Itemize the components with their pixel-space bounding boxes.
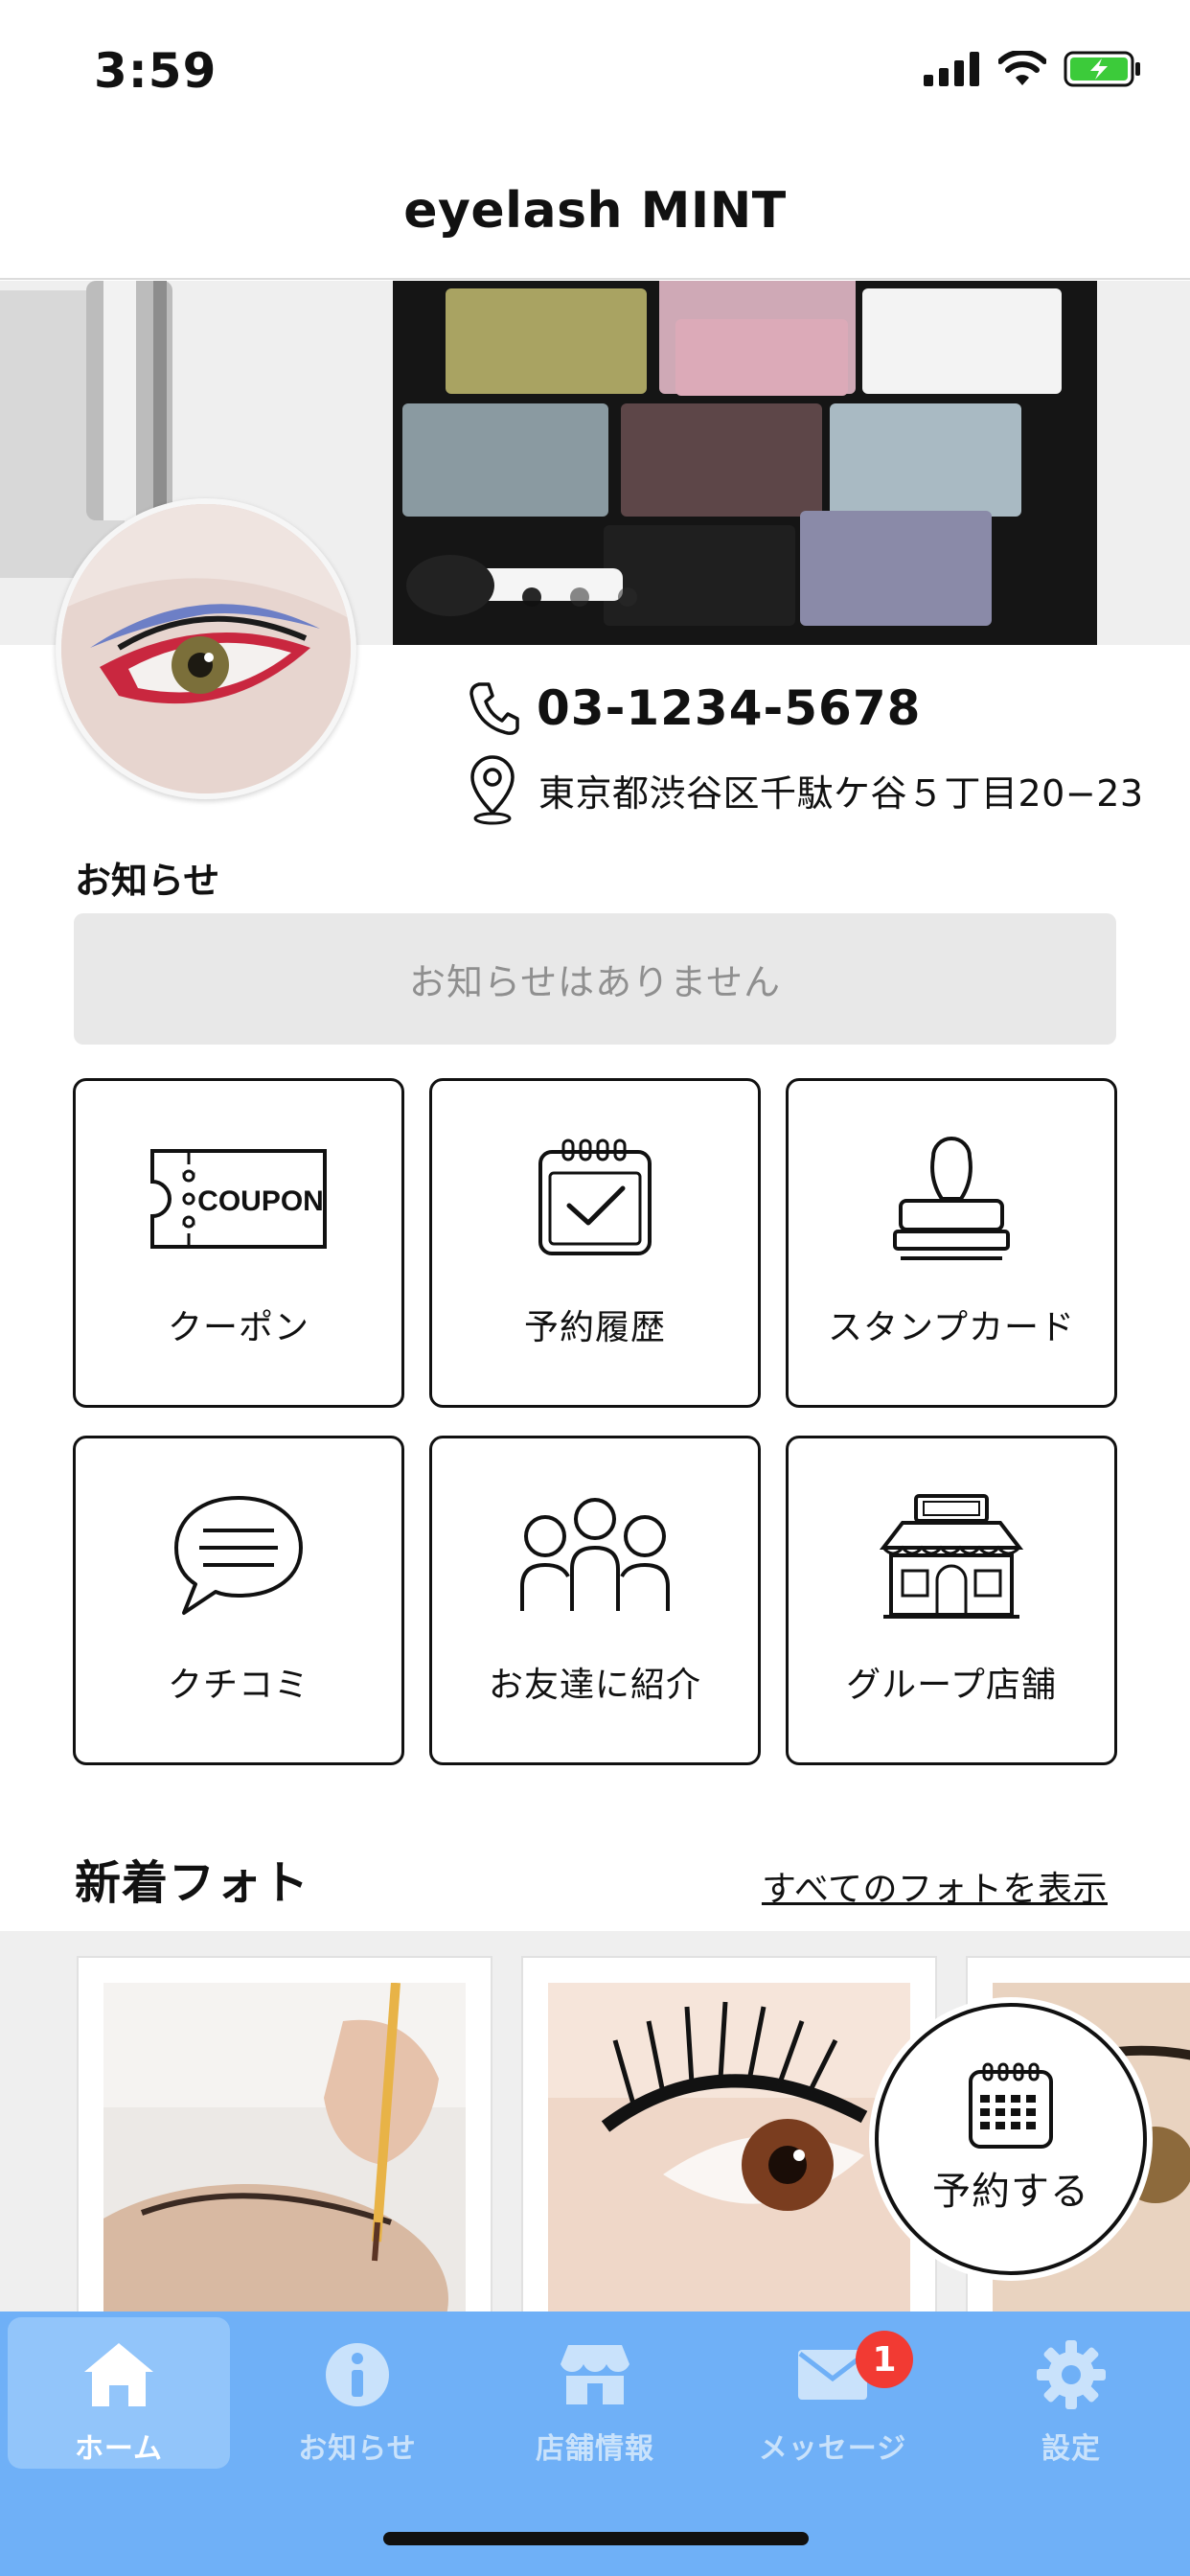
people-icon xyxy=(520,1498,670,1611)
photo-card[interactable] xyxy=(77,1956,492,2314)
address-row[interactable]: 東京都渋谷区千駄ケ谷５丁目20−23 xyxy=(468,753,1144,826)
shop-icon xyxy=(561,2345,629,2404)
tab-label: メッセージ xyxy=(758,2432,907,2466)
tab-label: お知らせ xyxy=(298,2432,417,2466)
status-time: 3:59 xyxy=(94,43,217,99)
view-all-photos-link[interactable]: すべてのフォトを表示 xyxy=(762,1861,1108,1911)
menu-tile-refer-friends[interactable]: お友達に紹介 xyxy=(429,1436,761,1765)
calendar-icon xyxy=(969,2062,1053,2149)
photos-section-title: 新着フォト xyxy=(75,1856,310,1910)
notice-section-title: お知らせ xyxy=(75,860,220,902)
battery-charging-icon xyxy=(1064,51,1140,87)
notice-empty-text: お知らせはありません xyxy=(408,961,782,1003)
wifi-icon xyxy=(998,51,1046,85)
menu-tile-label: お友達に紹介 xyxy=(488,1666,701,1705)
tab-notices[interactable]: お知らせ xyxy=(246,2317,469,2469)
menu-tile-reviews[interactable]: クチコミ xyxy=(73,1436,404,1765)
phone-number[interactable]: 03-1234-5678 xyxy=(537,680,921,736)
status-bar: 3:59 xyxy=(0,0,1190,144)
message-count-badge: 1 xyxy=(856,2331,913,2388)
carousel-dot[interactable] xyxy=(570,587,589,607)
coupon-icon: COUPON xyxy=(150,1149,327,1249)
menu-tile-reservation-history[interactable]: 予約履歴 xyxy=(429,1078,761,1408)
gear-icon xyxy=(1037,2340,1106,2409)
menu-tile-coupon[interactable]: COUPON クーポン xyxy=(73,1078,404,1408)
menu-grid: COUPON クーポン 予約履歴 スタンプカード クチコミ お友達に紹介 グルー… xyxy=(73,1078,1117,1765)
home-indicator[interactable] xyxy=(383,2532,809,2545)
svg-text:COUPON: COUPON xyxy=(197,1185,324,1217)
page-title: eyelash MINT xyxy=(403,182,787,240)
menu-tile-label: クーポン xyxy=(167,1308,309,1347)
photo-thumbnail xyxy=(103,1983,466,2314)
tab-shop-info[interactable]: 店舗情報 xyxy=(484,2317,706,2469)
menu-tile-label: 予約履歴 xyxy=(523,1308,666,1347)
tab-label: 設定 xyxy=(1041,2432,1101,2466)
home-icon xyxy=(84,2343,153,2406)
eye-makeup-image xyxy=(61,504,351,794)
shop-avatar xyxy=(56,498,356,799)
carousel-dots[interactable] xyxy=(522,587,637,607)
app-header: eyelash MINT xyxy=(0,144,1190,280)
photo-thumbnail xyxy=(548,1983,910,2314)
carousel-dot[interactable] xyxy=(522,587,541,607)
menu-tile-label: グループ店舗 xyxy=(846,1666,1057,1705)
tab-settings[interactable]: 設定 xyxy=(960,2317,1182,2469)
reserve-fab-button[interactable]: 予約する xyxy=(875,2003,1147,2275)
menu-tile-stamp-card[interactable]: スタンプカード xyxy=(786,1078,1117,1408)
stamp-icon xyxy=(893,1137,1010,1260)
phone-row[interactable]: 03-1234-5678 xyxy=(468,680,921,736)
phone-icon xyxy=(469,682,519,735)
shop-address[interactable]: 東京都渋谷区千駄ケ谷５丁目20−23 xyxy=(538,764,1144,816)
carousel-dot[interactable] xyxy=(618,587,637,607)
home-screen: 3:59 eyelash MINT 03-1234-5678 東京都渋谷区千駄ケ… xyxy=(0,0,1190,2576)
notice-empty-box: お知らせはありません xyxy=(74,913,1116,1045)
map-pin-icon xyxy=(470,755,515,825)
menu-tile-group-stores[interactable]: グループ店舗 xyxy=(786,1436,1117,1765)
speech-bubble-icon xyxy=(174,1496,303,1615)
status-icons xyxy=(924,50,1142,88)
signal-icon xyxy=(924,52,979,86)
menu-tile-label: スタンプカード xyxy=(828,1308,1075,1347)
calendar-check-icon xyxy=(538,1138,652,1255)
store-icon xyxy=(880,1494,1023,1619)
tab-home[interactable]: ホーム xyxy=(8,2317,230,2469)
tab-label: ホーム xyxy=(74,2432,164,2466)
reserve-fab-label: 予約する xyxy=(932,2170,1089,2214)
menu-tile-label: クチコミ xyxy=(167,1666,309,1705)
tab-messages[interactable]: メッセージ 1 xyxy=(721,2317,944,2469)
tab-label: 店舗情報 xyxy=(536,2432,654,2466)
info-icon xyxy=(326,2343,389,2406)
